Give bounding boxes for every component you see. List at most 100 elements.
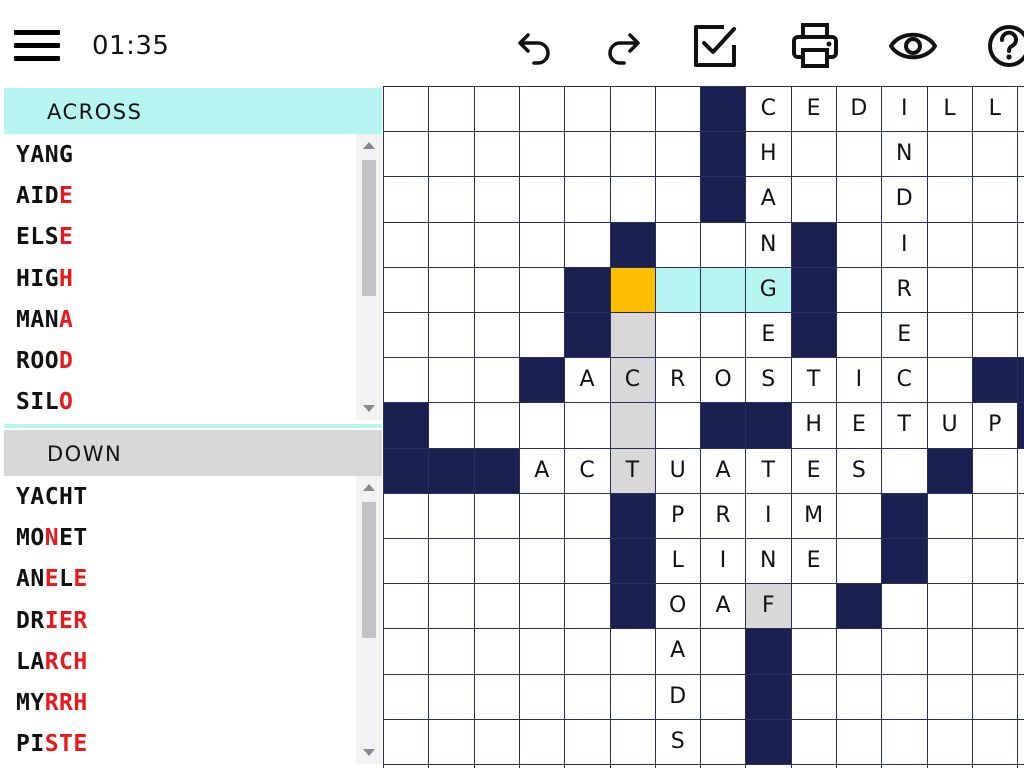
grid-cell[interactable]: A [700,583,746,629]
grid-cell[interactable]: R [700,492,746,539]
grid-cell[interactable] [881,673,928,720]
clue-item[interactable]: YACHT [16,484,88,510]
grid-cell[interactable] [1017,538,1024,584]
grid-cell[interactable]: U [654,447,701,494]
grid-cell[interactable] [473,402,520,449]
grid-cell[interactable] [383,131,429,177]
grid-cell[interactable]: E [790,447,837,494]
grid-cell[interactable] [1017,447,1024,494]
grid-cell[interactable] [383,221,429,268]
grid-cell[interactable]: E [836,402,882,449]
grid-cell[interactable]: I [745,492,792,539]
grid-cell[interactable]: C [609,357,656,403]
grid-cell[interactable] [654,266,701,313]
grid-cell[interactable]: T [790,357,837,403]
grid-cell[interactable]: E [790,538,837,584]
grid-cell[interactable]: A [518,447,565,494]
grid-cell[interactable] [1017,628,1024,675]
grid-cell[interactable] [971,492,1018,539]
grid-cell[interactable] [609,176,656,223]
grid-cell[interactable] [1017,221,1024,268]
clue-item[interactable]: LARCH [16,649,88,675]
grid-cell[interactable] [518,673,565,720]
print-icon[interactable] [790,21,840,71]
crossword-grid[interactable]: CEDILLHNADNIGREEACROSTICHETUPACTUATESPRI… [383,86,1024,768]
grid-cell[interactable] [971,538,1018,584]
scroll-up-icon[interactable] [363,484,375,491]
grid-cell[interactable] [881,628,928,675]
grid-cell[interactable] [790,176,837,223]
grid-cell[interactable] [654,312,701,358]
grid-cell[interactable] [836,312,882,358]
grid-cell[interactable]: T [609,447,656,494]
grid-cell[interactable] [1017,176,1024,223]
grid-cell[interactable] [428,131,475,177]
grid-cell[interactable] [428,357,475,403]
grid-cell[interactable] [564,176,610,223]
grid-cell[interactable] [383,86,429,132]
grid-cell[interactable] [518,86,565,132]
grid-cell[interactable]: P [654,492,701,539]
grid-cell[interactable] [926,538,973,584]
grid-cell[interactable] [518,221,565,268]
grid-cell[interactable] [383,357,429,403]
grid-cell[interactable] [564,583,610,629]
grid-cell[interactable] [926,583,973,629]
grid-cell[interactable] [790,583,837,629]
grid-cell[interactable] [971,628,1018,675]
clue-item[interactable]: AIDE [16,183,73,209]
grid-cell[interactable] [1017,86,1024,132]
grid-cell[interactable] [383,492,429,539]
clue-item[interactable]: HIGH [16,266,73,292]
grid-cell[interactable] [383,583,429,629]
grid-cell[interactable] [971,673,1018,720]
grid-cell[interactable] [1017,312,1024,358]
clue-item[interactable]: ELSE [16,224,73,250]
grid-cell[interactable] [473,312,520,358]
grid-cell[interactable] [836,266,882,313]
grid-cell[interactable] [836,176,882,223]
grid-cell[interactable] [836,628,882,675]
grid-cell[interactable]: D [654,673,701,720]
scroll-thumb[interactable] [362,160,376,296]
grid-cell[interactable] [836,538,882,584]
grid-cell[interactable]: R [654,357,701,403]
grid-cell[interactable]: E [881,312,928,358]
grid-cell[interactable] [971,266,1018,313]
grid-cell[interactable] [564,673,610,720]
grid-cell[interactable]: I [881,86,928,132]
across-scrollbar[interactable] [356,134,382,420]
grid-cell[interactable] [518,266,565,313]
clue-item[interactable]: DRIER [16,608,88,634]
down-clue-list[interactable]: YACHT MONET ANELE DRIER LARCH MYRRH PISTE [4,476,354,764]
grid-cell[interactable]: L [926,86,973,132]
grid-cell[interactable] [971,312,1018,358]
grid-cell[interactable]: C [745,86,792,132]
grid-cell[interactable]: O [700,357,746,403]
scroll-down-icon[interactable] [363,405,375,412]
grid-cell[interactable] [790,628,837,675]
grid-cell[interactable]: S [745,357,792,403]
grid-cell[interactable] [1017,673,1024,720]
grid-cell[interactable] [836,492,882,539]
grid-cell[interactable] [383,176,429,223]
grid-cell[interactable] [609,718,656,765]
grid-cell[interactable]: H [790,402,837,449]
hamburger-menu-icon[interactable] [14,28,62,64]
grid-cell[interactable]: L [971,86,1018,132]
grid-cell[interactable] [700,628,746,675]
grid-cell[interactable]: M [790,492,837,539]
grid-cell[interactable] [836,673,882,720]
grid-cell[interactable] [654,221,701,268]
clue-item[interactable]: PISTE [16,731,88,757]
grid-cell[interactable] [609,628,656,675]
across-header[interactable]: ACROSS [4,88,382,134]
grid-cell[interactable] [564,131,610,177]
grid-cell[interactable] [473,131,520,177]
reveal-icon[interactable] [888,21,938,71]
grid-cell[interactable]: T [881,402,928,449]
grid-cell[interactable] [836,718,882,765]
grid-cell[interactable] [383,718,429,765]
grid-cell[interactable] [926,312,973,358]
grid-cell[interactable]: S [836,447,882,494]
